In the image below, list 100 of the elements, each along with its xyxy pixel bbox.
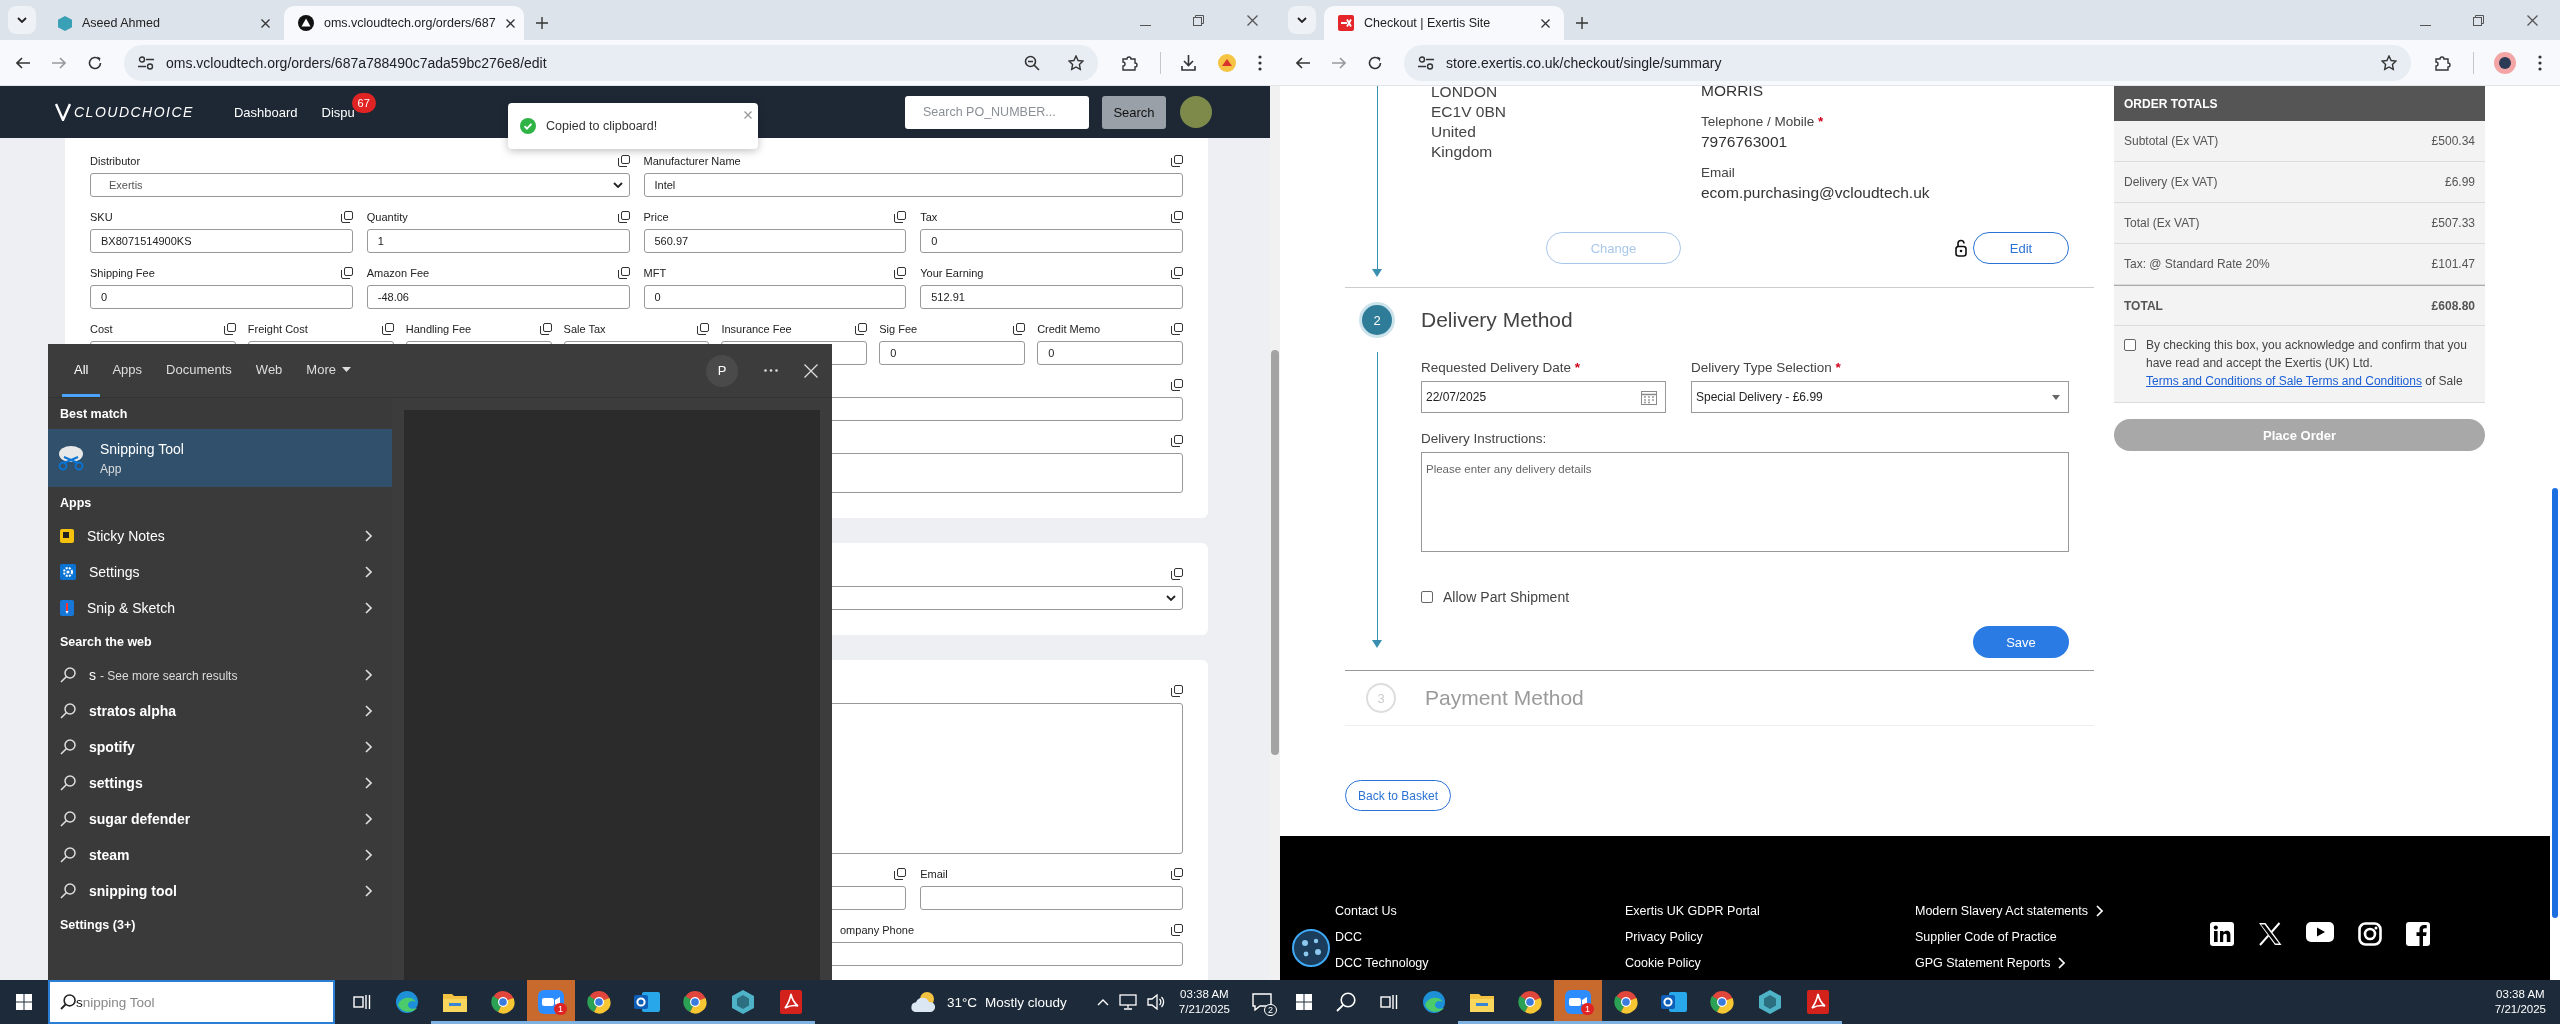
taskbar-app-button[interactable]: 1 [527,980,575,1024]
copy-icon[interactable] [855,323,868,335]
clock-date[interactable]: 7/21/2025 [1178,1002,1230,1017]
text-area[interactable]: Please enter any delivery details [1421,452,2069,552]
network-icon[interactable] [1118,994,1137,1010]
search-result-item[interactable]: steam [48,837,392,873]
footer-link[interactable]: DCC Technology [1335,956,1625,970]
search-result-item[interactable]: stratos alpha [48,693,392,729]
text-field[interactable]: BX8071514900KS [90,229,353,253]
address-bar[interactable]: store.exertis.co.uk/checkout/single/summary [1404,44,2411,81]
footer-link[interactable]: Privacy Policy [1625,930,1915,944]
copy-icon[interactable] [340,211,353,223]
new-tab-icon[interactable] [1576,17,1588,29]
close-icon[interactable] [261,18,270,28]
zoom-icon[interactable] [1024,54,1040,71]
copy-icon[interactable] [617,155,630,167]
clock-time[interactable]: 03:38 AM [1180,987,1229,1002]
star-icon[interactable] [2381,54,2397,71]
cookie-settings-icon[interactable] [1292,929,1330,967]
copy-icon[interactable] [1171,435,1183,447]
search-result-item[interactable]: Sticky Notes [48,518,392,554]
copy-icon[interactable] [1013,323,1026,335]
browser-tab[interactable]: Checkout | Exertis Site [1324,6,1564,40]
camera-icon[interactable] [2358,922,2382,946]
close-icon[interactable] [505,18,515,28]
tab-search-button[interactable] [1288,6,1316,34]
search-result-item[interactable]: Snipping Tool App [48,429,392,487]
text-field[interactable]: 0 [643,285,907,309]
menu-dots-icon[interactable] [2538,54,2542,71]
footer-link[interactable]: GPG Statement Reports [1915,956,2051,970]
search-icon[interactable] [60,994,76,1010]
task-view-icon[interactable] [1380,994,1398,1010]
step-title[interactable]: Delivery Method [1421,308,1573,332]
search-result-item[interactable]: snipping tool [48,873,392,909]
forward-arrow-icon[interactable] [52,56,66,69]
text-field[interactable]: 1 [366,229,630,253]
date-field[interactable]: 22/07/2025 [1421,381,1666,413]
calendar-icon[interactable] [1641,389,1657,405]
taskbar-app-button[interactable]: 1 [1554,980,1602,1024]
address-bar[interactable]: oms.vcloudtech.org/orders/687a788490c7ada59bc276e8/edit [124,44,1098,81]
copy-icon[interactable] [697,323,710,335]
puzzle-icon[interactable] [1122,54,1138,71]
close-icon[interactable] [2527,15,2538,26]
download-icon[interactable] [1181,54,1196,71]
copy-icon[interactable] [894,211,907,223]
nav-link[interactable]: Dashboard [233,104,298,120]
search-icon[interactable] [1336,992,1356,1012]
close-icon[interactable] [1541,18,1550,28]
clock-date[interactable]: 7/21/2025 [2494,1002,2546,1017]
new-tab-icon[interactable] [536,17,548,29]
filter-tab[interactable]: Documents [154,344,244,397]
task-view-icon[interactable] [353,994,371,1010]
text-field[interactable]: 0 [1037,341,1183,365]
site-info-icon[interactable] [138,55,154,70]
scrollbar-thumb[interactable] [1271,350,1279,755]
text-field[interactable]: 0 [920,229,1183,253]
chevron-up-icon[interactable] [1096,998,1109,1006]
reload-icon[interactable] [1368,55,1382,70]
copy-icon[interactable] [1171,924,1183,936]
windows-logo-icon[interactable] [1296,994,1312,1010]
copy-icon[interactable] [617,267,630,279]
copy-icon[interactable] [539,323,552,335]
clock-time[interactable]: 03:38 AM [2496,987,2545,1002]
copy-icon[interactable] [1171,868,1183,880]
search-result-item[interactable]: sugar defender [48,801,392,837]
puzzle-icon[interactable] [2435,54,2451,71]
footer-link[interactable]: Exertis UK GDPR Portal [1625,904,1915,918]
footer-link[interactable]: DCC [1335,930,1625,944]
footer-link[interactable]: Modern Slavery Act statements [1915,904,2088,918]
windows-logo-icon[interactable] [16,994,32,1010]
terms-link[interactable]: Terms and Conditions of Sale Terms and Conditions [2146,374,2422,388]
search-button[interactable]: Search [1102,95,1166,129]
select-field[interactable]: Special Delivery - £6.99 [1691,381,2069,413]
x-logo-icon[interactable] [2258,922,2282,946]
close-icon[interactable] [1247,15,1258,26]
volume-icon[interactable] [1146,994,1165,1010]
copy-icon[interactable] [894,267,907,279]
facebook-icon[interactable] [2406,922,2430,946]
back-to-basket-button[interactable]: Back to Basket [1345,780,1452,811]
text-field[interactable] [920,886,1183,910]
filter-tab[interactable]: Web [243,344,295,397]
filter-tab[interactable]: Apps [100,344,155,397]
extension-icon[interactable] [1218,53,1236,72]
edit-button[interactable]: Edit [1973,232,2069,264]
star-icon[interactable] [1068,54,1084,71]
copy-icon[interactable] [1171,323,1183,335]
browser-tab[interactable]: oms.vcloudtech.org/orders/687 [284,6,524,40]
text-field[interactable]: 512.91 [920,285,1183,309]
tab-search-button[interactable] [8,6,36,34]
copy-icon[interactable] [340,267,353,279]
linkedin-icon[interactable] [2210,922,2234,946]
search-field[interactable]: snipping Tool [48,980,335,1024]
weather-text[interactable]: Mostly cloudy [985,994,1067,1010]
select-field[interactable]: Exertis [90,173,630,197]
text-field[interactable]: 560.97 [643,229,907,253]
restore-icon[interactable] [1193,15,1204,26]
checkbox[interactable] [2124,339,2136,351]
copy-icon[interactable] [1171,379,1183,391]
account-avatar[interactable]: P [706,354,738,387]
copy-icon[interactable] [381,323,394,335]
